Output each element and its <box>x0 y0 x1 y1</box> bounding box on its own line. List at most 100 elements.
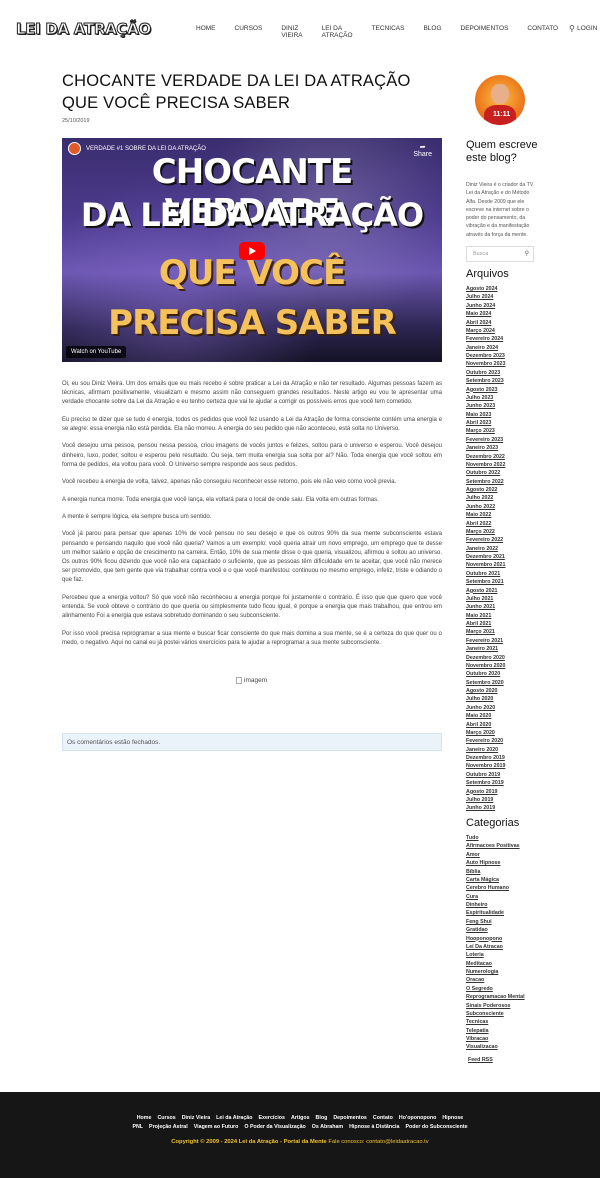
footer-link[interactable]: Diniz Vieira <box>182 1115 210 1121</box>
category-link[interactable]: Auto Hipnose <box>466 859 525 867</box>
archive-link[interactable]: Fevereiro 2024 <box>466 335 505 343</box>
archive-link[interactable]: Julho 2021 <box>466 595 505 603</box>
category-link[interactable]: Espiritualidade <box>466 909 525 917</box>
footer-link[interactable]: Ho'oponopono <box>399 1115 436 1121</box>
archive-link[interactable]: Junho 2024 <box>466 302 505 310</box>
archive-link[interactable]: Novembro 2023 <box>466 360 505 368</box>
archive-link[interactable]: Fevereiro 2021 <box>466 637 505 645</box>
category-link[interactable]: Dinheiro <box>466 901 525 909</box>
archive-link[interactable]: Dezembro 2020 <box>466 654 505 662</box>
archive-link[interactable]: Novembro 2021 <box>466 561 505 569</box>
category-link[interactable]: Visualizacao <box>466 1043 525 1051</box>
footer-link[interactable]: Artigos <box>291 1115 310 1121</box>
footer-link[interactable]: Hipnose <box>442 1115 463 1121</box>
archive-link[interactable]: Julho 2019 <box>466 796 505 804</box>
archive-link[interactable]: Setembro 2023 <box>466 377 505 385</box>
archive-link[interactable]: Junho 2023 <box>466 402 505 410</box>
category-link[interactable]: Afirmacoes Positivas <box>466 842 525 850</box>
category-link[interactable]: Tecnicas <box>466 1018 525 1026</box>
archive-link[interactable]: Agosto 2019 <box>466 788 505 796</box>
footer-link[interactable]: Viagem ao Futuro <box>194 1124 239 1130</box>
archive-link[interactable]: Maio 2020 <box>466 712 505 720</box>
category-link[interactable]: Numerologia <box>466 968 525 976</box>
archive-link[interactable]: Dezembro 2023 <box>466 352 505 360</box>
archive-link[interactable]: Junho 2020 <box>466 704 505 712</box>
category-link[interactable]: Loteria <box>466 951 525 959</box>
archive-link[interactable]: Março 2020 <box>466 729 505 737</box>
archive-link[interactable]: Junho 2022 <box>466 503 505 511</box>
category-link[interactable]: Carta Mágica <box>466 876 525 884</box>
archive-link[interactable]: Novembro 2020 <box>466 662 505 670</box>
nav-tecnicas[interactable]: TECNICAS <box>372 25 405 39</box>
archive-link[interactable]: Outubro 2019 <box>466 771 505 779</box>
nav-lei-da-atracao[interactable]: LEI DA ATRAÇÃO <box>322 25 353 39</box>
archive-link[interactable]: Novembro 2022 <box>466 461 505 469</box>
feed-rss-link[interactable]: Feed RSS <box>468 1057 493 1063</box>
archive-link[interactable]: Abril 2024 <box>466 319 505 327</box>
footer-link[interactable]: Os Abraham <box>312 1124 343 1130</box>
archive-link[interactable]: Fevereiro 2023 <box>466 436 505 444</box>
archive-link[interactable]: Setembro 2020 <box>466 679 505 687</box>
archive-link[interactable]: Março 2023 <box>466 427 505 435</box>
nav-home[interactable]: Home <box>196 25 216 39</box>
archive-link[interactable]: Maio 2021 <box>466 612 505 620</box>
archive-link[interactable]: Abril 2020 <box>466 721 505 729</box>
nav-cursos[interactable]: CURSOS <box>235 25 263 39</box>
category-link[interactable]: Hooponopono <box>466 935 525 943</box>
archive-link[interactable]: Agosto 2024 <box>466 285 505 293</box>
archive-link[interactable]: Fevereiro 2020 <box>466 737 505 745</box>
sidebar-search-input[interactable]: Busca ⚲ <box>466 246 534 262</box>
archive-link[interactable]: Janeiro 2022 <box>466 545 505 553</box>
archive-link[interactable]: Junho 2019 <box>466 804 505 812</box>
search-icon[interactable]: ⚲ <box>569 24 575 33</box>
category-link[interactable]: Bíblia <box>466 868 525 876</box>
footer-link[interactable]: Blog <box>316 1115 328 1121</box>
archive-link[interactable]: Março 2024 <box>466 327 505 335</box>
footer-link[interactable]: Exercícios <box>258 1115 285 1121</box>
nav-contato[interactable]: CONTATO <box>527 25 558 39</box>
archive-link[interactable]: Maio 2023 <box>466 411 505 419</box>
archive-link[interactable]: Janeiro 2021 <box>466 645 505 653</box>
category-link[interactable]: Vibracao <box>466 1035 525 1043</box>
archive-link[interactable]: Abril 2023 <box>466 419 505 427</box>
archive-link[interactable]: Setembro 2019 <box>466 779 505 787</box>
archive-link[interactable]: Outubro 2021 <box>466 570 505 578</box>
nav-diniz-vieira[interactable]: DINIZ VIEIRA <box>281 25 302 39</box>
site-logo[interactable]: LEI DA ATRAÇÃO <box>16 20 152 39</box>
footer-link[interactable]: O Poder da Visualização <box>244 1124 305 1130</box>
archive-link[interactable]: Julho 2022 <box>466 494 505 502</box>
contact-text[interactable]: Fale conosco: contato@leidaatracao.tv <box>328 1139 428 1145</box>
nav-login[interactable]: LOGIN <box>577 25 597 39</box>
archive-link[interactable]: Outubro 2023 <box>466 369 505 377</box>
footer-link[interactable]: Lei da Atração <box>216 1115 252 1121</box>
archive-link[interactable]: Março 2021 <box>466 628 505 636</box>
archive-link[interactable]: Janeiro 2023 <box>466 444 505 452</box>
category-link[interactable]: Feng Shui <box>466 918 525 926</box>
footer-link[interactable]: Cursos <box>157 1115 175 1121</box>
video-embed[interactable]: VERDADE #1 SOBRE DA LEI DA ATRAÇÃO ➦ Shar… <box>62 138 442 362</box>
video-title[interactable]: VERDADE #1 SOBRE DA LEI DA ATRAÇÃO <box>86 146 206 152</box>
footer-link[interactable]: Projeção Astral <box>149 1124 188 1130</box>
archive-link[interactable]: Dezembro 2022 <box>466 453 505 461</box>
archive-link[interactable]: Novembro 2019 <box>466 762 505 770</box>
archive-link[interactable]: Abril 2022 <box>466 520 505 528</box>
archive-link[interactable]: Setembro 2022 <box>466 478 505 486</box>
footer-link[interactable]: Contato <box>373 1115 393 1121</box>
category-link[interactable]: Oracao <box>466 976 525 984</box>
archive-link[interactable]: Maio 2022 <box>466 511 505 519</box>
archive-link[interactable]: Agosto 2020 <box>466 687 505 695</box>
footer-link[interactable]: Home <box>137 1115 152 1121</box>
archive-link[interactable]: Abril 2021 <box>466 620 505 628</box>
category-link[interactable]: Gratidao <box>466 926 525 934</box>
archive-link[interactable]: Agosto 2021 <box>466 587 505 595</box>
archive-link[interactable]: Setembro 2021 <box>466 578 505 586</box>
archive-link[interactable]: Janeiro 2020 <box>466 746 505 754</box>
category-link[interactable]: Lei Da Atracao <box>466 943 525 951</box>
archive-link[interactable]: Outubro 2022 <box>466 469 505 477</box>
category-link[interactable]: Reprogramacao Mental <box>466 993 525 1001</box>
play-button-icon[interactable] <box>239 242 265 260</box>
footer-link[interactable]: Depoimentos <box>333 1115 367 1121</box>
category-link[interactable]: Cerebro Humano <box>466 884 525 892</box>
archive-link[interactable]: Fevereiro 2022 <box>466 536 505 544</box>
watch-on-youtube-button[interactable]: Watch on YouTube <box>66 346 127 358</box>
